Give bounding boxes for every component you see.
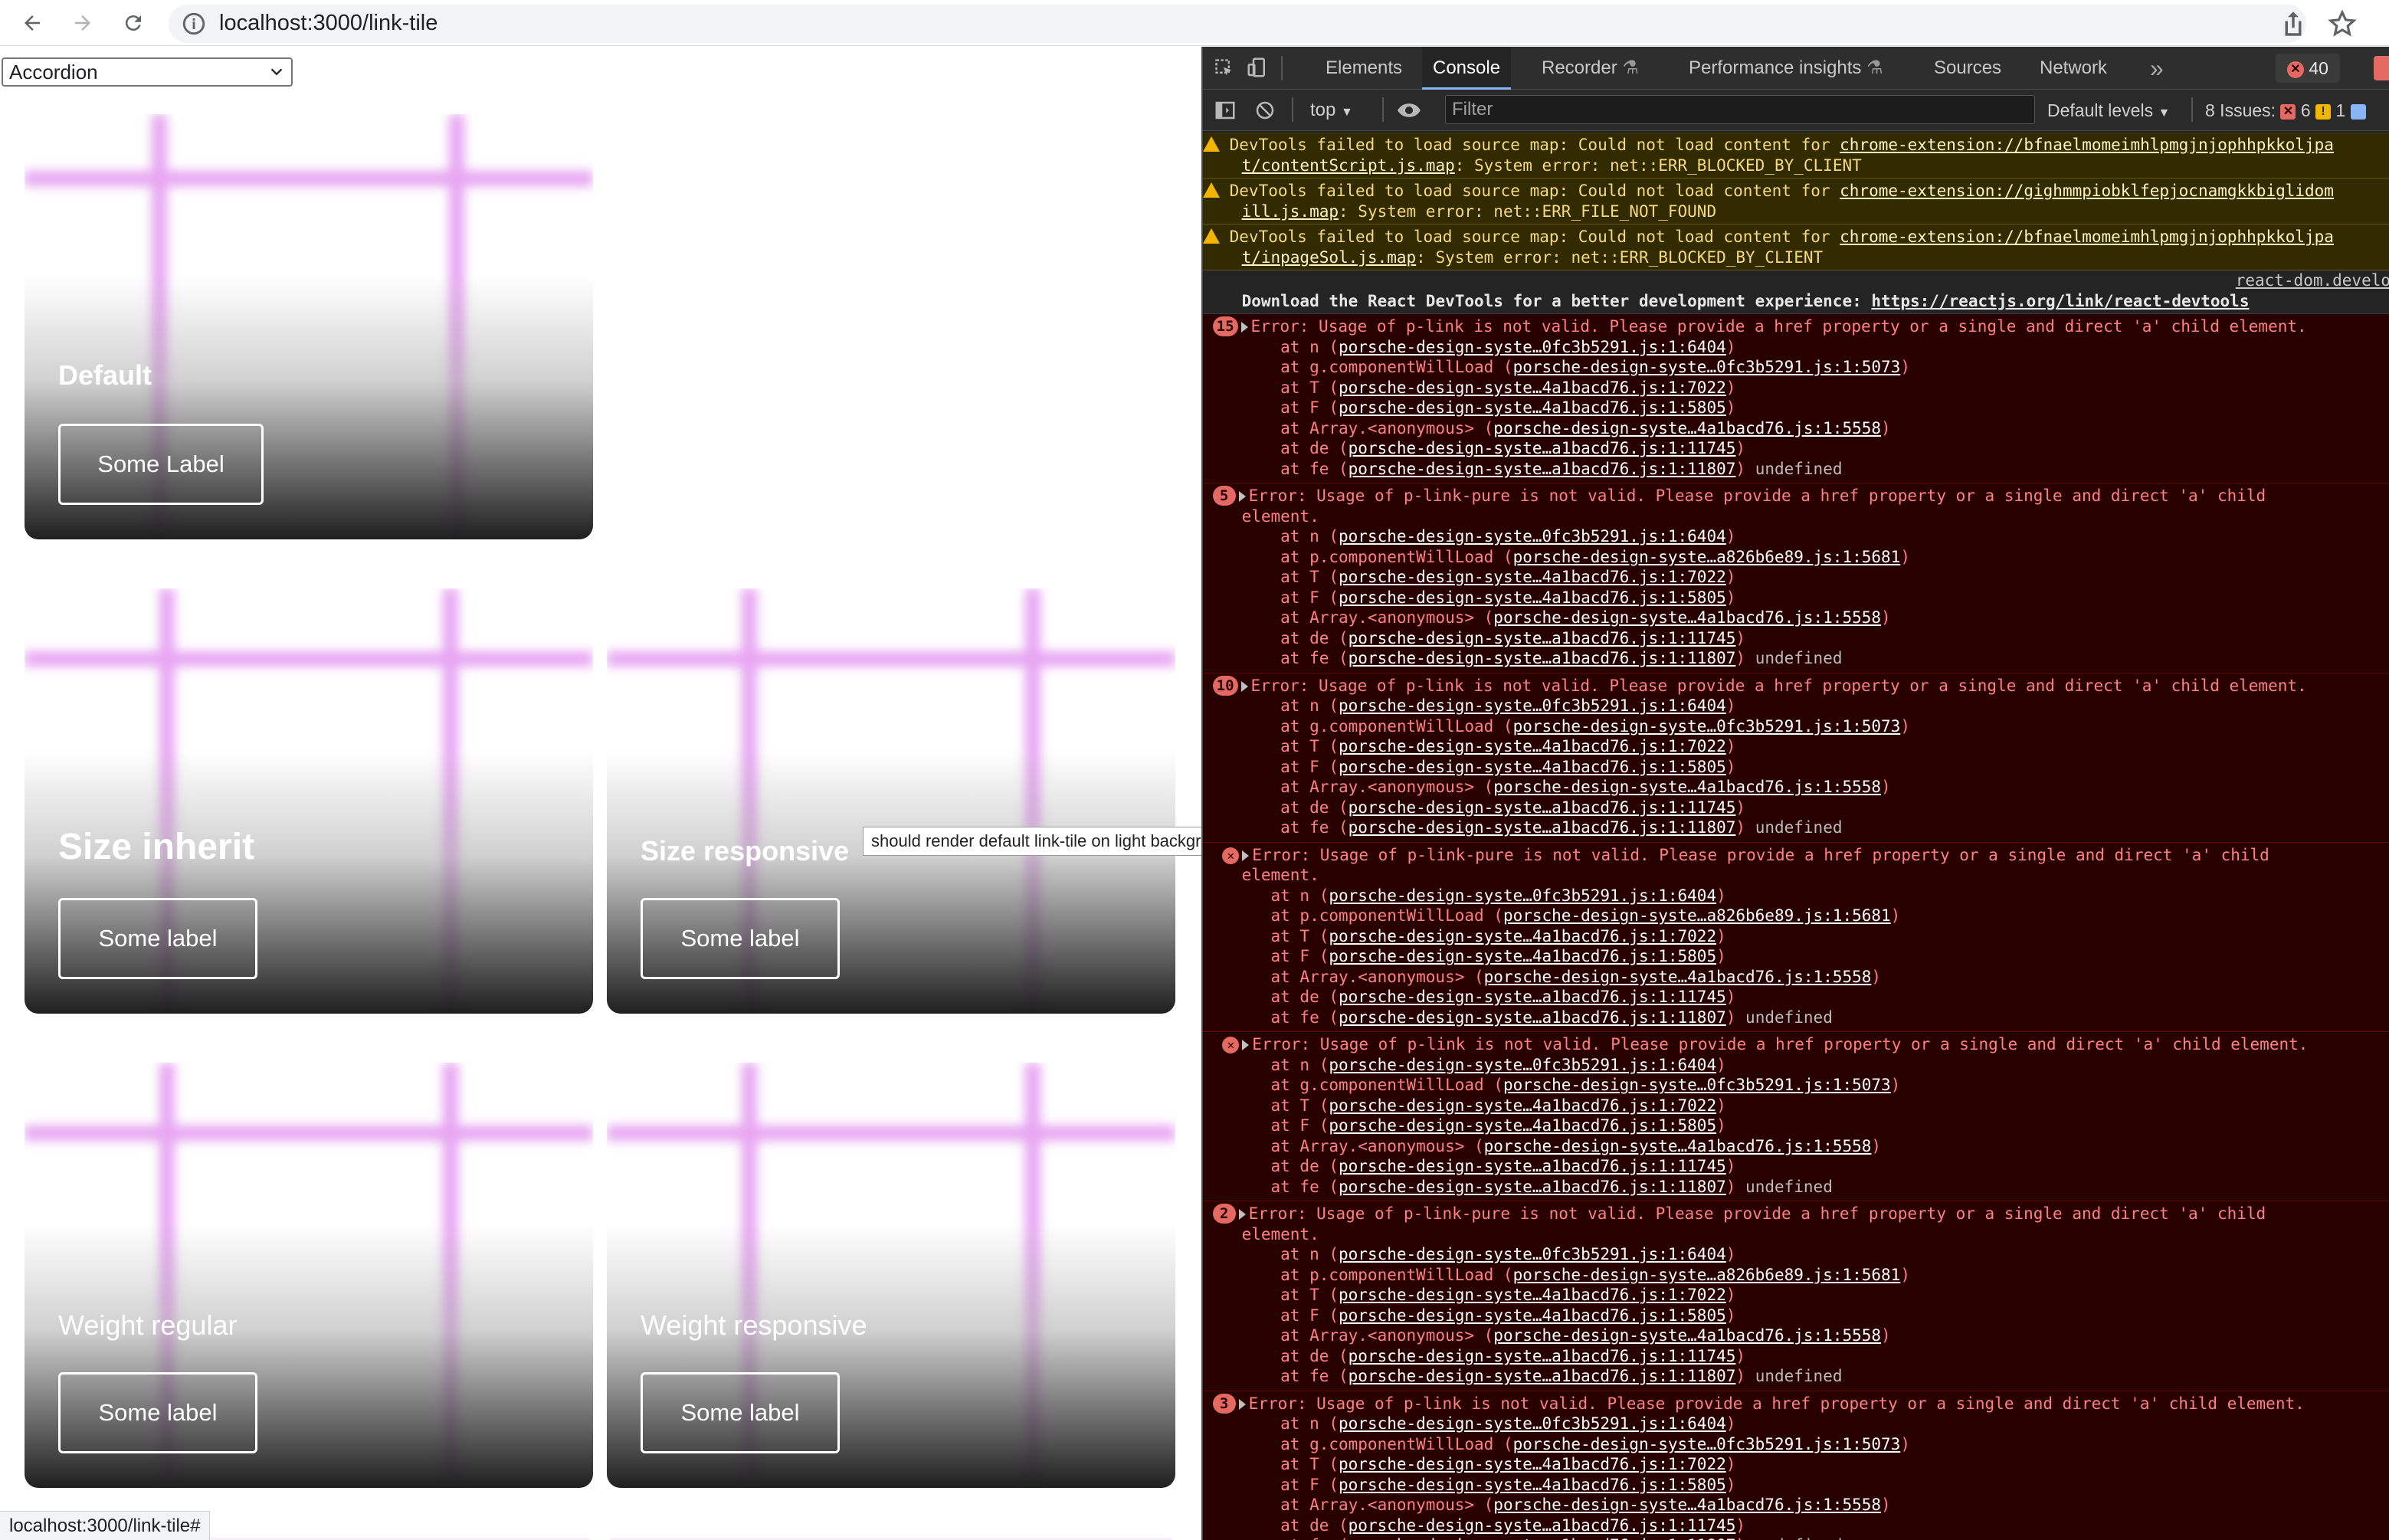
flask-icon: ⚗ <box>1866 57 1883 78</box>
warning-icon <box>1203 228 1220 244</box>
tab-performance-label: Performance insights <box>1689 57 1862 78</box>
tab-sources[interactable]: Sources <box>1934 47 2001 90</box>
tile-link-button[interactable]: Some label <box>58 1372 257 1453</box>
error-counter[interactable]: ✕ 40 <box>2276 54 2340 83</box>
share-icon[interactable] <box>2277 8 2309 40</box>
repeat-count-badge: 3 <box>1212 1393 1236 1414</box>
chevron-down-icon <box>270 68 283 76</box>
error-icon: ✕ <box>1222 1037 1240 1053</box>
tooltip: should render default link-tile on light… <box>863 827 1247 856</box>
log-levels-label: Default levels <box>2047 100 2154 120</box>
error-count: 40 <box>2309 58 2328 78</box>
bookmark-star-icon[interactable] <box>2326 8 2358 40</box>
link-tile-size-responsive[interactable]: Size responsive Some label <box>607 588 1175 1014</box>
error-icon: ✕ <box>1222 847 1240 864</box>
expand-arrow-icon <box>1242 850 1250 861</box>
tile-title: Size inherit <box>58 827 255 867</box>
expand-arrow-icon <box>1240 680 1248 692</box>
tab-elements[interactable]: Elements <box>1326 47 1402 90</box>
tile-title: Size responsive <box>641 835 850 867</box>
browser-toolbar: localhost:3000/link-tile <box>0 0 2389 46</box>
tile-title: Weight responsive <box>641 1309 867 1341</box>
issues-error-count: 6 <box>2300 100 2311 120</box>
repeat-count-badge: 5 <box>1212 486 1236 506</box>
console-warning[interactable]: DevTools failed to load source map: Coul… <box>1203 133 2389 179</box>
status-bar-url: localhost:3000/link-tile# <box>0 1511 211 1540</box>
expand-arrow-icon <box>1242 1040 1250 1050</box>
tab-network[interactable]: Network <box>2040 47 2107 90</box>
console-toolbar: top ▼ Filter Default levels ▼ 8 Issues: … <box>1203 90 2389 131</box>
more-tabs-icon[interactable]: » <box>2150 47 2164 90</box>
devtools-tabbar: Elements Console Recorder ⚗ Performance … <box>1203 47 2389 90</box>
repeat-count-badge: 2 <box>1212 1204 1236 1224</box>
link-tile-weight-responsive[interactable]: Weight responsive Some label <box>607 1063 1175 1488</box>
error-icon: ✕ <box>2280 103 2296 120</box>
repeat-count-badge: 15 <box>1212 316 1238 336</box>
info-icon <box>2350 103 2366 120</box>
inspect-element-icon[interactable] <box>1214 57 1235 83</box>
warning-icon <box>1203 136 1220 152</box>
arrow-left-icon <box>25 15 40 31</box>
address-bar[interactable] <box>169 5 2306 43</box>
page-viewport: Accordion Default Some Label Size inheri… <box>0 47 1201 1540</box>
component-select[interactable]: Accordion <box>2 57 293 87</box>
tile-link-button[interactable]: Some label <box>641 898 840 979</box>
tile-title: Weight regular <box>58 1309 238 1341</box>
eye-icon[interactable] <box>1396 99 1422 126</box>
expand-arrow-icon <box>1240 322 1248 333</box>
reload-button[interactable] <box>116 6 150 40</box>
repeat-count-badge: 10 <box>1212 675 1238 696</box>
link-tile-size-inherit[interactable]: Size inherit Some label <box>25 588 593 1014</box>
issues-label: 8 Issues: <box>2205 100 2276 120</box>
issues-indicator[interactable] <box>2374 56 2389 80</box>
console-warning[interactable]: DevTools failed to load source map: Coul… <box>1203 179 2389 224</box>
issues-warning-count: 1 <box>2335 100 2346 120</box>
console-error[interactable]: 15 Error: Usage of p-link is not valid. P… <box>1203 314 2389 483</box>
console-filter-input[interactable]: Filter <box>1445 95 2035 124</box>
tile-link-button[interactable]: Some label <box>641 1372 840 1453</box>
link-tile-default[interactable]: Default Some Label <box>25 114 593 539</box>
console-error[interactable]: 5 Error: Usage of p-link-pure is not vali… <box>1203 483 2389 673</box>
console-warning[interactable]: DevTools failed to load source map: Coul… <box>1203 224 2389 270</box>
sidebar-toggle-icon[interactable] <box>1214 99 1237 126</box>
expand-arrow-icon <box>1238 1209 1246 1220</box>
forward-button[interactable] <box>66 6 100 40</box>
issues-counter[interactable]: 8 Issues: ✕ 6 ! 1 <box>2205 90 2366 131</box>
arrow-right-icon <box>75 15 90 31</box>
tile-title: Default <box>58 359 152 391</box>
component-select-value: Accordion <box>9 60 98 84</box>
warning-icon <box>1203 182 1220 198</box>
clear-console-icon[interactable] <box>1253 99 1276 126</box>
console-error[interactable]: ✕ Error: Usage of p-link-pure is not vali… <box>1203 842 2389 1032</box>
address-text[interactable]: localhost:3000/link-tile <box>219 8 437 38</box>
log-levels-dropdown[interactable]: Default levels ▼ <box>2047 90 2170 131</box>
site-info-icon[interactable] <box>181 11 207 37</box>
context-selector[interactable]: top ▼ <box>1310 90 1353 131</box>
console-info-react-devtools[interactable]: react-dom.develo Download the React DevT… <box>1203 270 2389 314</box>
tab-recorder-label: Recorder <box>1542 57 1617 78</box>
expand-arrow-icon <box>1238 491 1246 502</box>
console-error[interactable]: 3 Error: Usage of p-link is not valid. Pl… <box>1203 1391 2389 1540</box>
devtools-panel: Elements Console Recorder ⚗ Performance … <box>1201 47 2389 1540</box>
tile-link-button[interactable]: Some label <box>58 898 257 979</box>
device-toolbar-icon[interactable] <box>1246 56 1269 83</box>
error-icon: ✕ <box>2287 61 2304 78</box>
console-error[interactable]: 2 Error: Usage of p-link-pure is not vali… <box>1203 1201 2389 1391</box>
warning-icon: ! <box>2315 103 2332 120</box>
tab-console[interactable]: Console <box>1422 47 1512 90</box>
tab-performance-insights[interactable]: Performance insights ⚗ <box>1689 47 1883 90</box>
back-button[interactable] <box>15 6 49 40</box>
tile-link-button[interactable]: Some Label <box>58 424 264 505</box>
flask-icon: ⚗ <box>1622 57 1639 78</box>
reload-icon <box>125 15 141 31</box>
console-error[interactable]: ✕ Error: Usage of p-link is not valid. Pl… <box>1203 1032 2389 1201</box>
caret-down-icon: ▼ <box>2158 106 2171 120</box>
console-error[interactable]: 10 Error: Usage of p-link is not valid. P… <box>1203 673 2389 843</box>
tab-recorder[interactable]: Recorder ⚗ <box>1542 47 1639 90</box>
link-tile-weight-regular[interactable]: Weight regular Some label <box>25 1063 593 1488</box>
expand-arrow-icon <box>1238 1398 1246 1410</box>
console-messages: DevTools failed to load source map: Coul… <box>1203 133 2389 1540</box>
context-value: top <box>1310 100 1336 120</box>
caret-down-icon: ▼ <box>1341 106 1353 119</box>
